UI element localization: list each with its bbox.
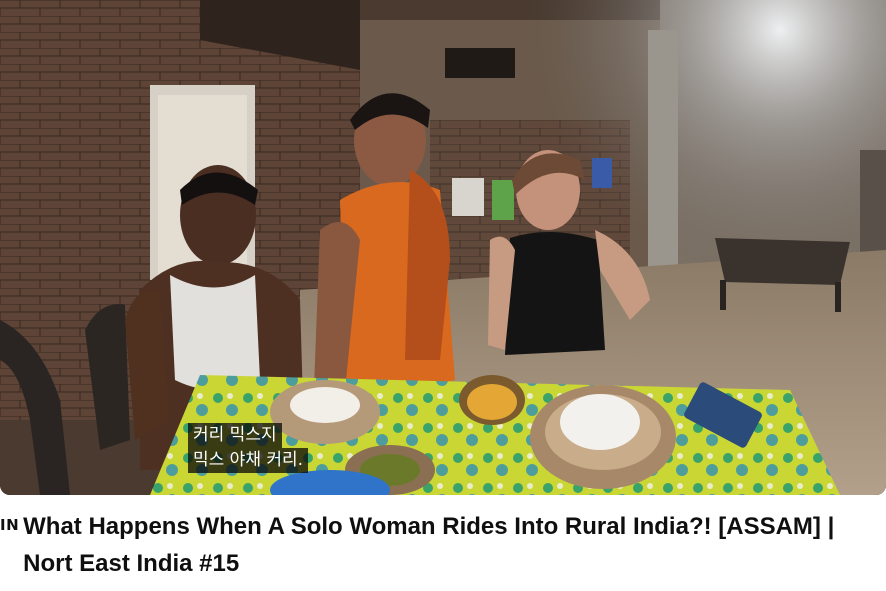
video-title-line: Nort East India #15: [23, 550, 240, 577]
video-player[interactable]: 커리 믹스지 믹스 야채 커리.: [0, 0, 886, 495]
video-frame: [0, 0, 886, 495]
video-title[interactable]: What Happens When A Solo Woman Rides Int…: [23, 508, 834, 582]
video-title-area: IN What Happens When A Solo Woman Rides …: [0, 508, 880, 582]
caption-line: 믹스 야채 커리.: [188, 448, 309, 473]
caption-overlay: 커리 믹스지 믹스 야채 커리.: [188, 423, 309, 473]
video-title-line: What Happens When A Solo Woman Rides Int…: [23, 513, 835, 540]
language-badge: IN: [0, 516, 20, 534]
caption-line: 커리 믹스지: [188, 423, 282, 448]
